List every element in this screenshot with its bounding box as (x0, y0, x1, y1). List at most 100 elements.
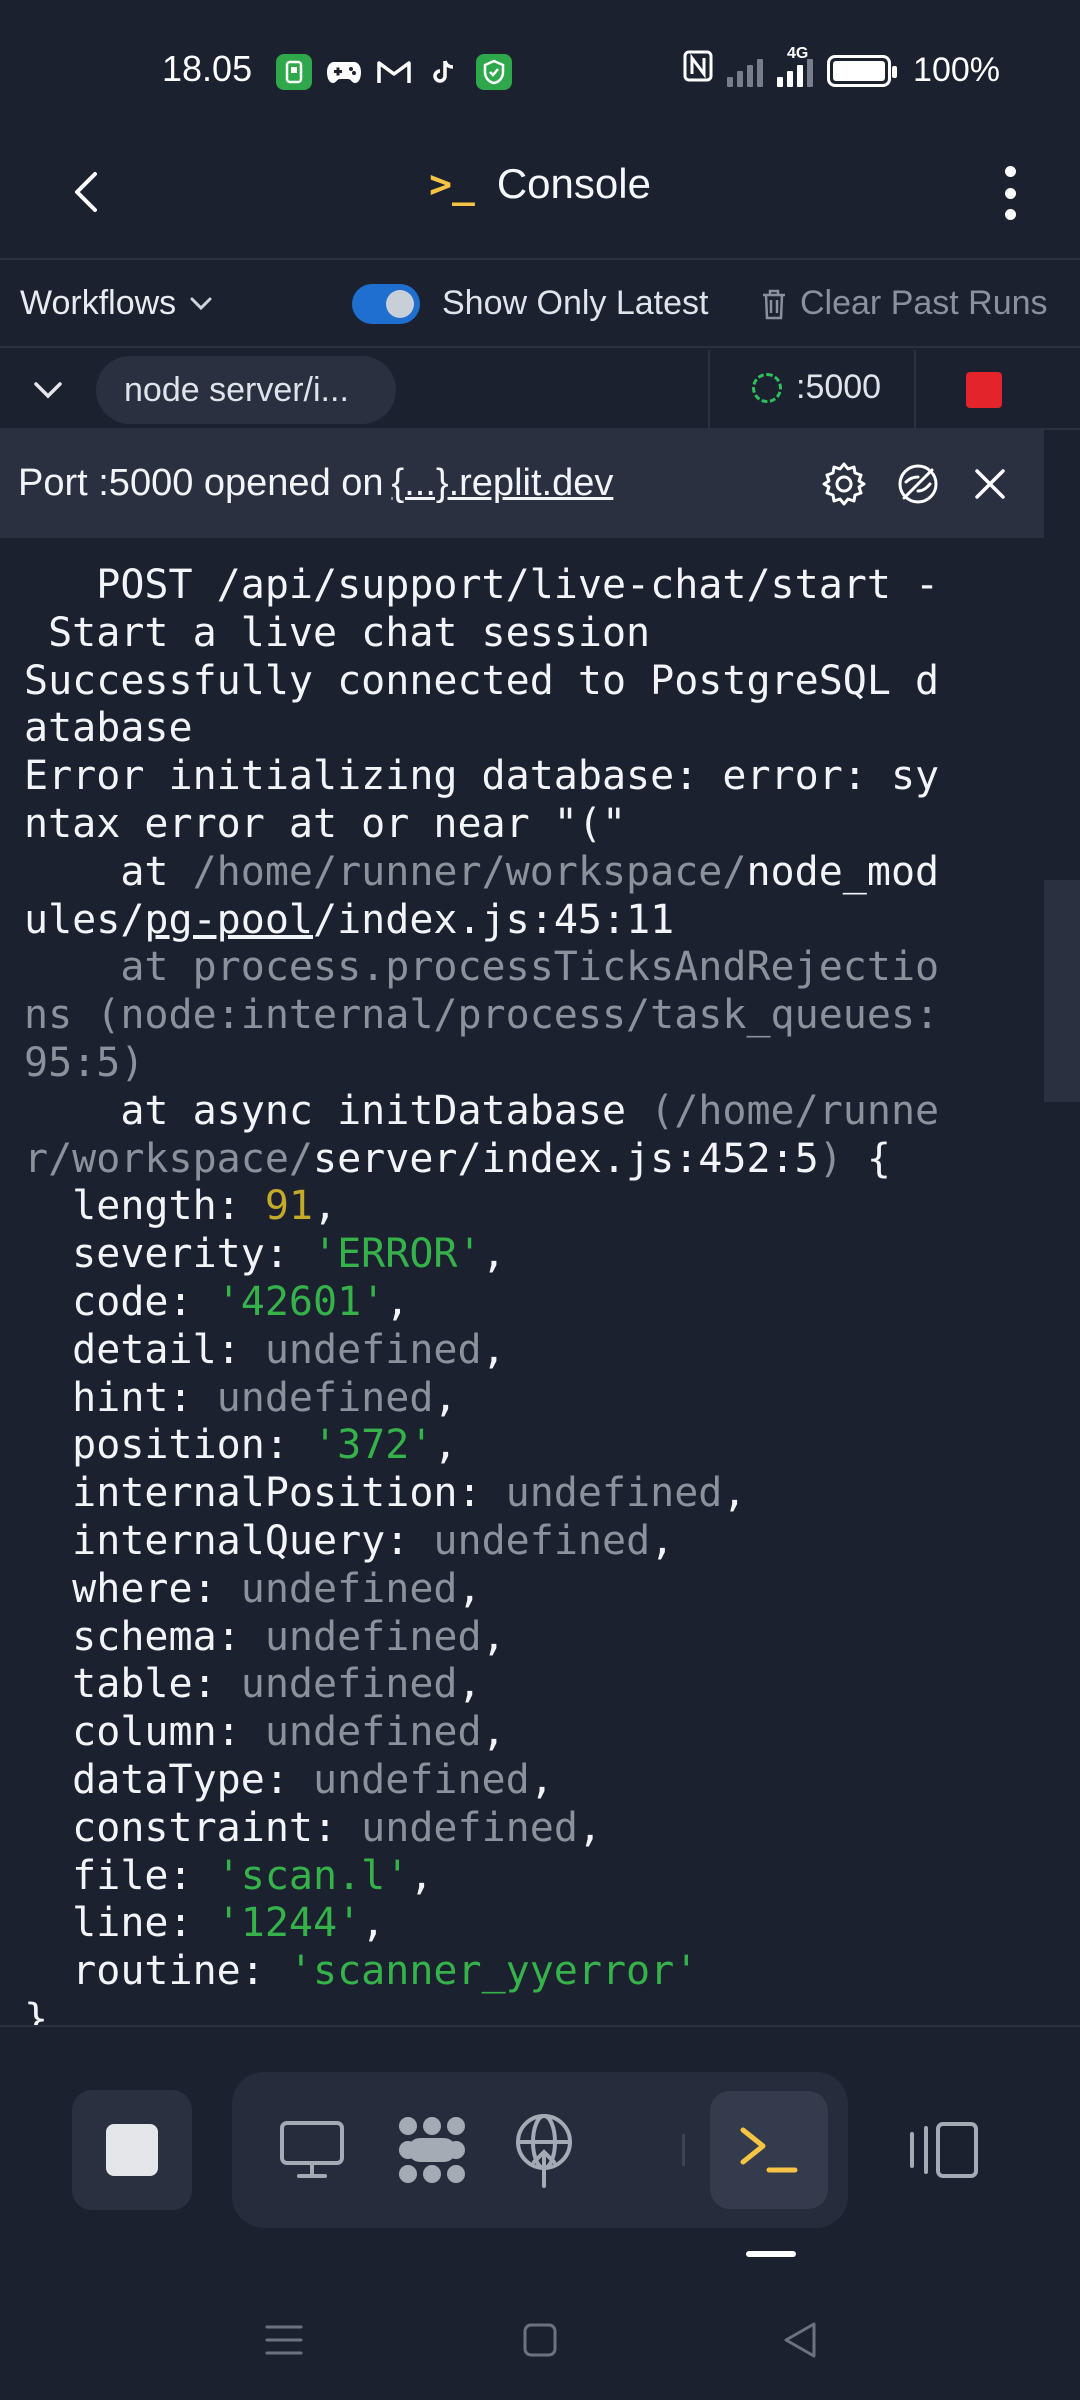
process-command-pill[interactable]: node server/i... (96, 356, 396, 424)
error-field: internalQuery: undefined, (24, 1517, 675, 1564)
pg-pool-link[interactable]: pg-pool (144, 897, 313, 943)
nfc-icon (683, 50, 713, 91)
error-field: schema: undefined, (24, 1613, 506, 1660)
clear-past-runs-button[interactable]: Clear Past Runs (760, 284, 1048, 323)
port-status[interactable]: :5000 (752, 368, 881, 407)
clear-past-runs-label: Clear Past Runs (800, 284, 1048, 322)
error-field: internalPosition: undefined, (24, 1470, 747, 1517)
collapse-button[interactable] (28, 370, 68, 410)
error-field: severity: 'ERROR', (24, 1231, 506, 1278)
status-bar: 18.05 4G 100% (0, 0, 1080, 140)
tool-dock (232, 2072, 848, 2228)
battery-percent: 100% (913, 51, 1000, 89)
stack-line: at async initDatabase (/home/runne (24, 1087, 940, 1134)
stop-process-button[interactable] (966, 372, 1002, 408)
square-icon (523, 2323, 557, 2357)
log-line: Start a live chat session (24, 609, 651, 656)
stack-line: 95:5) (24, 1039, 145, 1086)
network-type: 4G (787, 44, 809, 62)
signal-sim2-icon: 4G (777, 45, 814, 87)
log-line: Error initializing database: error: sy (24, 753, 940, 800)
trash-icon (763, 289, 785, 319)
chevron-down-icon (34, 382, 62, 399)
system-indicators: 4G 100% (683, 45, 1000, 91)
console-icon: >_ (429, 162, 475, 206)
deploy-tab[interactable] (492, 2098, 596, 2202)
title-text: Console (496, 160, 651, 207)
page-title: >_ Console (0, 160, 1080, 208)
stop-icon (106, 2124, 158, 2176)
hide-port-button[interactable] (890, 456, 946, 512)
monitor-icon (280, 2121, 344, 2178)
chevron-down-icon (190, 297, 212, 310)
process-command: node server/i... (124, 370, 349, 409)
tiktok-icon (426, 54, 462, 90)
stop-button[interactable] (72, 2090, 192, 2210)
port-message: Port :5000 opened on {...}.replit.dev (18, 462, 613, 505)
menu-icon (265, 2325, 303, 2355)
close-banner-button[interactable] (962, 456, 1018, 512)
status-time: 18.05 (162, 48, 253, 89)
log-line: ntax error at or near "(" (24, 800, 627, 847)
gamepad-icon (326, 54, 362, 90)
stack-line: ules/pg-pool/index.js:45:11 (24, 896, 675, 943)
battery-icon (827, 54, 898, 87)
workflows-dropdown[interactable]: Workflows (20, 284, 212, 323)
gmail-icon (376, 54, 412, 90)
log-line: atabase (24, 705, 193, 752)
home-button[interactable] (510, 2310, 570, 2370)
error-field: file: 'scan.l', (24, 1852, 434, 1899)
webview-tab[interactable] (260, 2098, 364, 2202)
gear-icon (822, 462, 866, 506)
agent-tab[interactable] (380, 2098, 484, 2202)
console-toolbar: Workflows Show Only Latest Clear Past Ru… (0, 262, 1080, 348)
app-header: >_ Console (0, 140, 1080, 260)
log-line: } (24, 1995, 49, 2025)
error-field: dataType: undefined, (24, 1756, 554, 1803)
port-prefix: Port :5000 opened on (18, 462, 384, 504)
port-url-link[interactable]: {...}.replit.dev (392, 462, 614, 505)
error-field: hint: undefined, (24, 1374, 458, 1421)
console-log: POST /api/support/live-chat/start - Star… (24, 562, 1044, 2025)
system-nav-bar (0, 2280, 1080, 2400)
back-nav-button[interactable] (770, 2310, 830, 2370)
divider (682, 2134, 685, 2166)
stack-line: ns (node:internal/process/task_queues: (24, 992, 940, 1039)
loading-ring-icon (752, 372, 782, 403)
network-globe-icon (516, 2114, 572, 2188)
error-field: detail: undefined, (24, 1326, 506, 1373)
error-field: constraint: undefined, (24, 1804, 602, 1851)
console-output[interactable]: POST /api/support/live-chat/start - Star… (0, 540, 1044, 2025)
stack-line: at process.processTicksAndRejectio (24, 944, 940, 991)
show-latest-toggle[interactable] (352, 284, 420, 324)
console-scrollbar[interactable] (1044, 880, 1080, 1102)
divider (0, 2025, 1080, 2027)
stack-line: r/workspace/server/index.js:452:5) { (24, 1135, 891, 1182)
console-icon (740, 2127, 798, 2173)
port-settings-button[interactable] (816, 456, 872, 512)
shield-app-icon (476, 54, 512, 90)
error-field: routine: 'scanner_yyerror' (24, 1948, 699, 1995)
process-bar: node server/i... :5000 (0, 350, 1080, 430)
show-latest-label: Show Only Latest (442, 284, 709, 322)
divider (914, 350, 916, 430)
panels-button[interactable] (904, 2110, 984, 2190)
log-line: POST /api/support/live-chat/start - (24, 562, 940, 608)
notification-icons (276, 54, 512, 90)
eye-off-icon (898, 464, 938, 504)
cluster-icon (399, 2117, 465, 2183)
panels-icon (910, 2122, 978, 2178)
divider (708, 350, 710, 430)
log-line: Successfully connected to PostgreSQL d (24, 657, 940, 704)
stack-line: at /home/runner/workspace/node_mod (24, 848, 940, 895)
error-field: column: undefined, (24, 1709, 506, 1756)
port-label: :5000 (796, 368, 882, 406)
workflows-label: Workflows (20, 284, 177, 322)
console-tab[interactable] (710, 2091, 828, 2209)
error-field: length: 91, (24, 1183, 338, 1230)
more-options-button[interactable] (990, 158, 1030, 228)
error-fields: length: 91, severity: 'ERROR', code: '42… (24, 1183, 746, 1994)
recent-apps-button[interactable] (254, 2310, 314, 2370)
error-field: table: undefined, (24, 1661, 482, 1708)
port-banner: Port :5000 opened on {...}.replit.dev (0, 430, 1044, 538)
